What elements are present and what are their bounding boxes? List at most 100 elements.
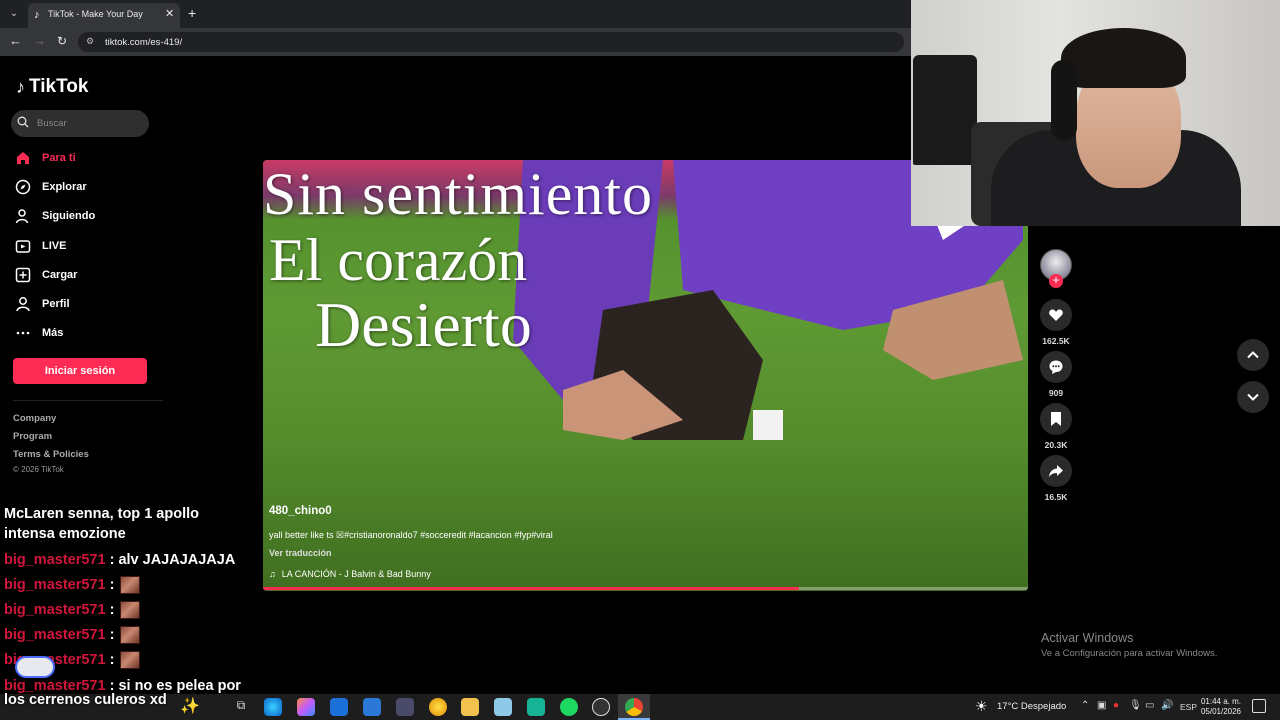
copyright: © 2026 TikTok xyxy=(13,465,64,474)
spotify-icon[interactable] xyxy=(560,698,578,716)
nav-label: Perfil xyxy=(42,298,70,310)
chat-title: McLaren senna, top 1 apollo intensa emoz… xyxy=(4,504,264,544)
copilot-icon[interactable] xyxy=(297,698,315,716)
comment-button[interactable] xyxy=(1040,351,1072,383)
follow-plus-icon[interactable]: + xyxy=(1049,274,1063,288)
activate-windows-title: Activar Windows xyxy=(1041,631,1134,645)
nav-explorar[interactable]: Explorar xyxy=(14,177,87,197)
weather-text[interactable]: 17°C Despejado xyxy=(997,701,1066,712)
chrome-icon[interactable] xyxy=(625,698,643,716)
chat-emote xyxy=(120,576,141,595)
app-icon[interactable] xyxy=(527,698,545,716)
new-tab-icon[interactable]: + xyxy=(188,6,196,20)
chat-message: big_master571 : alv JAJAJAJAJA xyxy=(4,552,236,568)
notification-icon[interactable] xyxy=(1252,699,1266,713)
address-bar-row: ← → ↻ ⚙ tiktok.com/es-419/ xyxy=(0,28,912,56)
tiktok-favicon-icon: ♪ xyxy=(34,9,40,21)
share-button[interactable] xyxy=(1040,455,1072,487)
tray-record-icon[interactable]: ● xyxy=(1113,700,1119,711)
chat-username: big_master571 xyxy=(4,577,106,593)
clock-date[interactable]: 05/01/2026 xyxy=(1198,707,1244,717)
music-link[interactable]: ♫ LA CANCIÓN - J Balvin & Bad Bunny xyxy=(269,569,431,579)
nav-para-ti[interactable]: Para ti xyxy=(14,148,76,168)
like-count: 162.5K xyxy=(1042,336,1070,346)
profile-icon xyxy=(14,295,32,313)
search-input[interactable]: Buscar xyxy=(11,110,149,137)
nav-live[interactable]: LIVE xyxy=(14,236,66,256)
chat-username: big_master571 xyxy=(4,627,106,643)
webcam-person-hair xyxy=(1061,28,1186,88)
activate-windows-subtitle: Ve a Configuración para activar Windows. xyxy=(1041,648,1218,659)
footer-link-company[interactable]: Company xyxy=(13,413,56,424)
music-note-icon: ♫ xyxy=(269,569,276,579)
edge-icon[interactable] xyxy=(264,698,282,716)
share-arrow-icon xyxy=(1049,465,1063,477)
outlook-icon[interactable] xyxy=(330,698,348,716)
tray-app-icon[interactable]: ▣ xyxy=(1097,700,1106,711)
translate-link[interactable]: Ver traducción xyxy=(269,548,332,558)
heart-icon xyxy=(1049,309,1063,321)
network-icon[interactable]: ▭ xyxy=(1145,700,1154,711)
omnibox[interactable]: ⚙ tiktok.com/es-419/ xyxy=(78,32,904,52)
video-caption: yall better like ts ☒#cristianoronaldo7 … xyxy=(269,530,553,540)
nav-siguiendo[interactable]: Siguiendo xyxy=(14,206,95,226)
next-video-button[interactable] xyxy=(1237,381,1269,413)
volume-icon[interactable]: 🔊 xyxy=(1161,700,1173,711)
lyric-line: Desierto xyxy=(315,289,532,360)
chrome-canary-icon[interactable] xyxy=(429,698,447,716)
chat-title-line: McLaren senna, top 1 apollo xyxy=(4,506,199,522)
previous-video-button[interactable] xyxy=(1237,339,1269,371)
sparkle-emote-icon: ✨ xyxy=(180,698,200,715)
live-icon xyxy=(14,237,32,255)
chat-emote xyxy=(120,651,141,670)
notepad-icon[interactable] xyxy=(494,698,512,716)
nav-label: Para ti xyxy=(42,152,76,164)
nav-label: Siguiendo xyxy=(42,210,96,222)
vscode-icon[interactable] xyxy=(396,698,414,716)
like-button[interactable] xyxy=(1040,299,1072,331)
store-icon[interactable] xyxy=(363,698,381,716)
back-icon[interactable]: ← xyxy=(9,34,22,48)
reload-icon[interactable]: ↻ xyxy=(57,34,67,48)
footer-link-terms[interactable]: Terms & Policies xyxy=(13,449,89,460)
comment-count: 909 xyxy=(1048,388,1064,398)
logo-text: TikTok xyxy=(29,76,89,97)
tiktok-logo[interactable]: ♪ TikTok xyxy=(16,76,88,98)
following-icon xyxy=(14,207,32,225)
chat-overflow-line: los cerrenos culeros xd xyxy=(4,692,167,708)
floating-app-badge[interactable] xyxy=(15,656,55,678)
login-button[interactable]: Iniciar sesión xyxy=(13,358,147,384)
chat-emote xyxy=(120,601,141,620)
tab-search-icon[interactable]: ⌄ xyxy=(6,6,22,22)
nav-perfil[interactable]: Perfil xyxy=(14,294,70,314)
weather-icon[interactable]: ☀ xyxy=(975,698,988,715)
tab-title: TikTok - Make Your Day xyxy=(48,9,143,19)
forward-icon[interactable]: → xyxy=(33,34,46,48)
video-author[interactable]: 480_chino0 xyxy=(269,505,332,517)
nav-label: Más xyxy=(42,327,64,339)
video-progress-bar[interactable] xyxy=(263,587,1028,590)
nav-label: Cargar xyxy=(42,269,78,281)
save-button[interactable] xyxy=(1040,403,1072,435)
tab-close-icon[interactable]: ✕ xyxy=(165,7,174,20)
nav-mas[interactable]: Más xyxy=(14,323,63,343)
obs-icon[interactable] xyxy=(592,698,610,716)
clock-time[interactable]: 01:44 a. m. xyxy=(1198,697,1244,707)
task-view-icon[interactable]: ⧉ xyxy=(232,698,250,716)
site-info-icon[interactable]: ⚙ xyxy=(86,36,94,47)
lyric-line: El corazón xyxy=(269,227,528,293)
browser-tab[interactable]: ♪ TikTok - Make Your Day ✕ xyxy=(28,3,180,28)
footer-link-program[interactable]: Program xyxy=(13,431,52,442)
webcam-jersey xyxy=(913,55,977,165)
more-icon xyxy=(14,324,32,342)
language-indicator[interactable]: ESP xyxy=(1180,702,1197,712)
save-count: 20.3K xyxy=(1044,440,1068,450)
tiktok-note-icon: ♪ xyxy=(16,76,25,97)
tray-overflow-icon[interactable]: ⌃ xyxy=(1081,700,1089,711)
nav-cargar[interactable]: Cargar xyxy=(14,265,77,285)
sidebar-divider xyxy=(13,400,163,401)
chat-message: big_master571 : xyxy=(4,574,141,596)
file-explorer-icon[interactable] xyxy=(461,698,479,716)
chat-username: big_master571 xyxy=(4,602,106,618)
microphone-icon[interactable]: 🎙 xyxy=(1129,700,1142,711)
